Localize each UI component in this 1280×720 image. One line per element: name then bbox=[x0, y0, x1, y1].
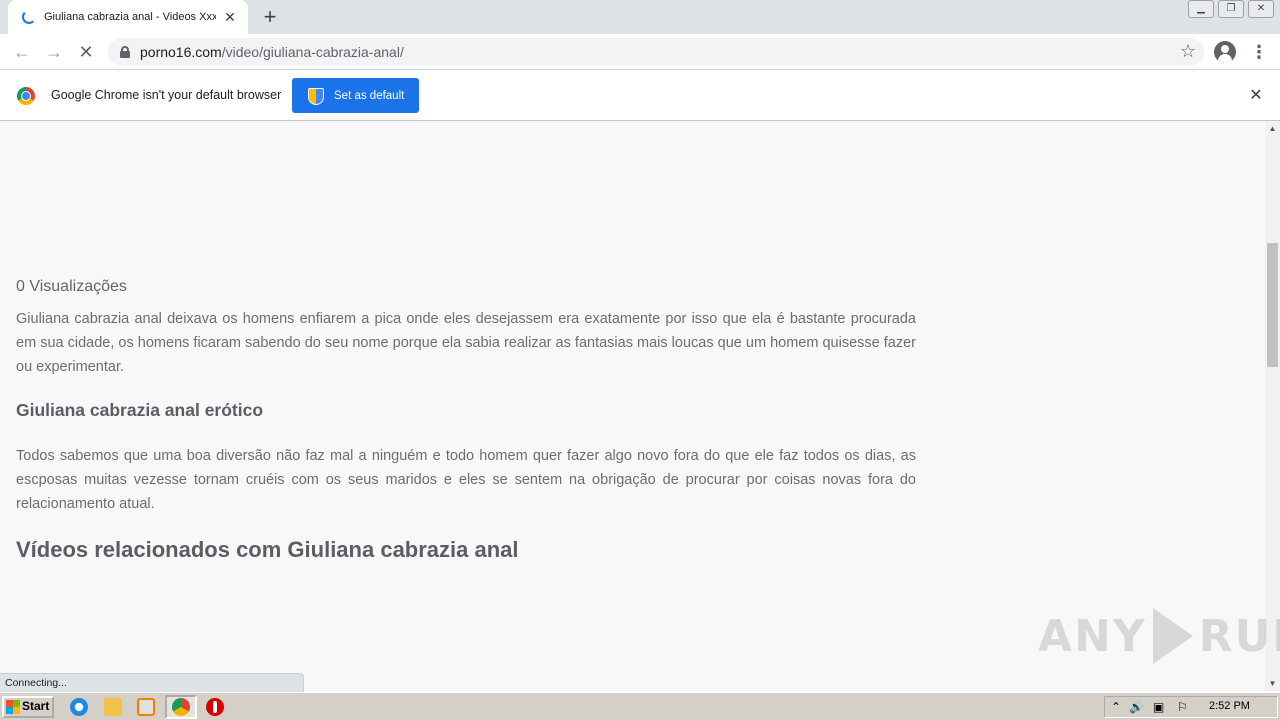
anyrun-watermark: ANY RUN bbox=[1038, 608, 1280, 664]
folder-icon[interactable] bbox=[104, 698, 122, 716]
watermark-left: ANY bbox=[1038, 610, 1147, 662]
chrome-icon[interactable] bbox=[172, 698, 190, 716]
show-hidden-icons-icon[interactable]: ⌃ bbox=[1111, 700, 1121, 714]
stop-loading-button[interactable]: ✕ bbox=[74, 40, 98, 64]
clock[interactable]: 2:52 PM bbox=[1209, 700, 1250, 712]
back-button[interactable]: ← bbox=[10, 40, 34, 64]
body-paragraph: Todos sabemos que uma boa diversão não f… bbox=[16, 448, 916, 512]
start-label: Start bbox=[22, 699, 50, 713]
profile-avatar-icon[interactable] bbox=[1214, 41, 1236, 63]
page-content: 0 Visualizações Giuliana cabrazia anal d… bbox=[0, 121, 1265, 691]
section-heading: Giuliana cabrazia anal erótico bbox=[16, 400, 264, 420]
restore-button[interactable]: ❐ bbox=[1218, 0, 1244, 18]
status-bubble: Connecting... bbox=[0, 673, 304, 692]
window-controls: ▁ ❐ ✕ bbox=[1184, 0, 1274, 18]
scroll-up-arrow-icon[interactable]: ▲ bbox=[1265, 121, 1280, 136]
view-count: 0 Visualizações bbox=[16, 278, 127, 295]
address-bar[interactable]: porno16.com/video/giuliana-cabrazia-anal… bbox=[108, 38, 1204, 66]
new-tab-button[interactable]: + bbox=[258, 6, 282, 28]
url-domain: porno16.com bbox=[140, 44, 222, 60]
scrollbar-thumb[interactable] bbox=[1267, 243, 1278, 367]
url-path: /video/giuliana-cabrazia-anal/ bbox=[221, 44, 404, 60]
watermark-right: RUN bbox=[1198, 610, 1280, 662]
forward-button[interactable]: → bbox=[42, 40, 66, 64]
windows-logo-icon bbox=[6, 700, 20, 714]
tab-close-icon[interactable]: ✕ bbox=[222, 9, 238, 25]
url-text: porno16.com/video/giuliana-cabrazia-anal… bbox=[140, 44, 404, 60]
close-window-button[interactable]: ✕ bbox=[1248, 0, 1274, 18]
infobar-message: Google Chrome isn't your default browser bbox=[51, 88, 282, 102]
vertical-scrollbar[interactable]: ▲ ▼ bbox=[1265, 121, 1280, 691]
loading-spinner-icon bbox=[22, 10, 36, 24]
network-icon[interactable]: ▣ bbox=[1153, 700, 1164, 714]
scroll-down-arrow-icon[interactable]: ▼ bbox=[1265, 676, 1280, 691]
play-icon bbox=[1152, 608, 1193, 664]
opera-icon[interactable] bbox=[206, 698, 224, 716]
description-paragraph: Giuliana cabrazia anal deixava os homens… bbox=[16, 311, 916, 375]
system-tray: ⌃ 🔊 ▣ ⚐ 2:52 PM bbox=[1104, 696, 1278, 718]
browser-toolbar: ← → ✕ porno16.com/video/giuliana-cabrazi… bbox=[0, 34, 1280, 70]
infobar-close-icon[interactable]: ✕ bbox=[1247, 87, 1265, 105]
menu-dots-icon[interactable]: ⋮ bbox=[1250, 41, 1268, 63]
title-bar: Giuliana cabrazia anal - Videos Xxx | ✕ … bbox=[0, 0, 1280, 34]
start-button[interactable]: Start bbox=[2, 696, 54, 718]
minimize-button[interactable]: ▁ bbox=[1188, 0, 1214, 18]
windows-taskbar: Start ⌃ 🔊 ▣ ⚐ 2:52 PM bbox=[0, 692, 1280, 720]
browser-tab[interactable]: Giuliana cabrazia anal - Videos Xxx | ✕ bbox=[8, 0, 248, 34]
action-center-flag-icon[interactable]: ⚐ bbox=[1177, 700, 1188, 714]
internet-explorer-icon[interactable] bbox=[70, 698, 88, 716]
media-player-icon[interactable] bbox=[137, 698, 155, 716]
tab-title: Giuliana cabrazia anal - Videos Xxx | bbox=[44, 11, 216, 23]
chrome-logo-icon bbox=[17, 87, 35, 105]
lock-icon[interactable] bbox=[120, 46, 130, 58]
shield-icon bbox=[308, 87, 324, 105]
set-default-button[interactable]: Set as default bbox=[292, 78, 419, 113]
default-browser-infobar: Google Chrome isn't your default browser… bbox=[0, 71, 1280, 121]
volume-icon[interactable]: 🔊 bbox=[1129, 700, 1144, 714]
bookmark-star-icon[interactable]: ☆ bbox=[1180, 41, 1196, 62]
set-default-label: Set as default bbox=[334, 89, 405, 102]
related-videos-heading: Vídeos relacionados com Giuliana cabrazi… bbox=[16, 537, 519, 562]
